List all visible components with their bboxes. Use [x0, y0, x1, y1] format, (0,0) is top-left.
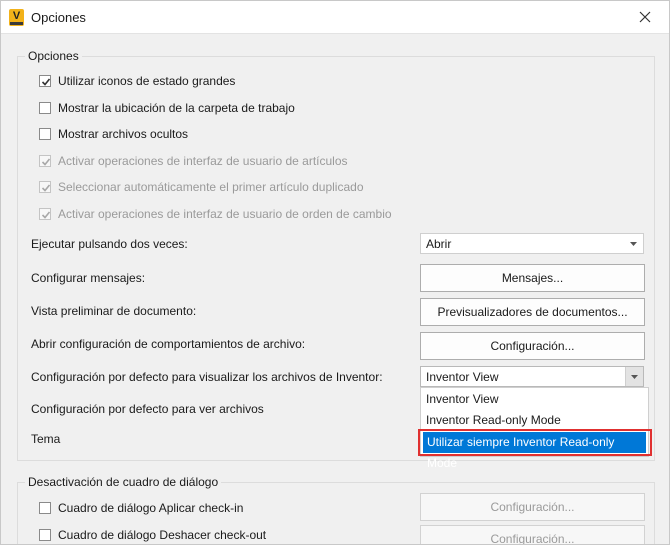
options-group-legend: Opciones: [25, 49, 82, 63]
checkbox-show-hidden-files[interactable]: Mostrar archivos ocultos: [39, 125, 188, 143]
checkmark-icon: [41, 78, 51, 86]
checkbox-label: Utilizar iconos de estado grandes: [58, 74, 236, 88]
checkbox-label: Activar operaciones de interfaz de usuar…: [58, 154, 348, 168]
options-dialog: V Opciones Opciones Utilizar iconos de e…: [0, 0, 670, 545]
checkout-config-button[interactable]: Configuración...: [420, 525, 645, 544]
preview-label: Vista preliminar de documento:: [31, 304, 197, 318]
checkbox-box[interactable]: [39, 502, 51, 514]
close-button[interactable]: [629, 5, 661, 29]
checkbox-item-ui-operations: Activar operaciones de interfaz de usuar…: [39, 152, 348, 170]
checkbox-label: Mostrar archivos ocultos: [58, 127, 189, 141]
checkmark-icon: [41, 158, 51, 166]
inventor-default-select[interactable]: Inventor View: [420, 366, 644, 387]
dropdown-arrow[interactable]: [625, 367, 643, 386]
checkbox-apply-checkin-dialog[interactable]: Cuadro de diálogo Aplicar check-in: [39, 499, 243, 517]
checkin-config-button[interactable]: Configuración...: [420, 493, 645, 521]
checkbox-label: Mostrar la ubicación de la carpeta de tr…: [58, 101, 295, 115]
double-click-label: Ejecutar pulsando dos veces:: [31, 237, 188, 251]
checkbox-show-working-folder[interactable]: Mostrar la ubicación de la carpeta de tr…: [39, 99, 295, 117]
file-behavior-label: Abrir configuración de comportamientos d…: [31, 337, 306, 351]
checkbox-box[interactable]: [39, 75, 51, 87]
chevron-down-icon: [630, 242, 637, 246]
checkbox-box[interactable]: [39, 128, 51, 140]
checkbox-auto-select-duplicate: Seleccionar automáticamente el primer ar…: [39, 178, 364, 196]
dropdown-option-inventor-view[interactable]: Inventor View: [421, 389, 648, 410]
checkbox-label: Activar operaciones de interfaz de usuar…: [58, 207, 392, 221]
checkbox-large-status-icons[interactable]: Utilizar iconos de estado grandes: [39, 72, 235, 90]
messages-button[interactable]: Mensajes...: [420, 264, 645, 292]
dialog-deactivation-legend: Desactivación de cuadro de diálogo: [25, 475, 222, 489]
checkbox-box[interactable]: [39, 102, 51, 114]
dropdown-arrow[interactable]: [625, 234, 643, 253]
checkbox-box: [39, 208, 51, 220]
dropdown-option-read-only-mode[interactable]: Inventor Read-only Mode: [421, 410, 648, 431]
view-default-label: Configuración por defecto para ver archi…: [31, 402, 264, 416]
checkbox-label: Seleccionar automáticamente el primer ar…: [58, 180, 364, 194]
checkmark-icon: [41, 184, 51, 192]
messages-label: Configurar mensajes:: [31, 271, 146, 285]
document-previewers-button[interactable]: Previsualizadores de documentos...: [420, 298, 645, 326]
file-behavior-config-button[interactable]: Configuración...: [420, 332, 645, 360]
checkbox-box[interactable]: [39, 529, 51, 541]
vault-app-icon: V: [9, 9, 24, 26]
checkbox-box: [39, 181, 51, 193]
checkbox-box: [39, 155, 51, 167]
checkbox-label: Cuadro de diálogo Deshacer check-out: [58, 528, 267, 542]
double-click-select[interactable]: Abrir: [420, 233, 644, 254]
theme-label: Tema: [31, 432, 61, 446]
inventor-default-label: Configuración por defecto para visualiza…: [31, 370, 383, 384]
double-click-value: Abrir: [426, 237, 452, 251]
title-bar: V Opciones: [1, 1, 669, 34]
checkmark-icon: [41, 211, 51, 219]
window-title: Opciones: [31, 10, 86, 25]
chevron-down-icon: [631, 375, 638, 379]
checkbox-change-order-ui-operations: Activar operaciones de interfaz de usuar…: [39, 205, 392, 223]
close-icon: [639, 11, 651, 23]
inventor-default-value: Inventor View: [426, 370, 499, 384]
checkbox-label: Cuadro de diálogo Aplicar check-in: [58, 501, 244, 515]
selection-highlight-box: [418, 429, 652, 456]
checkbox-undo-checkout-dialog[interactable]: Cuadro de diálogo Deshacer check-out: [39, 526, 266, 544]
